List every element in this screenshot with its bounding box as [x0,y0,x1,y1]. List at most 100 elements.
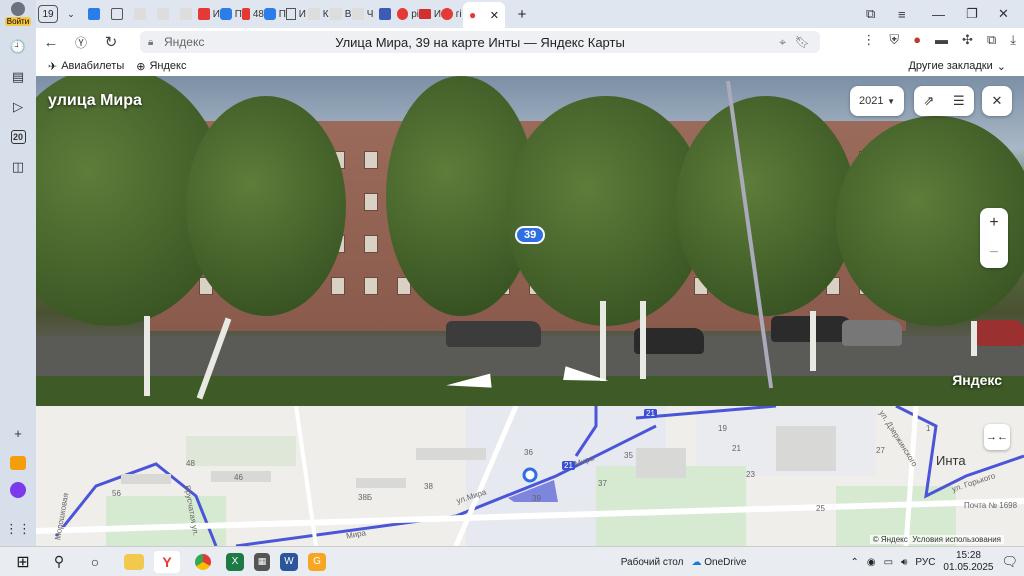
search-icon[interactable]: ⚲ [46,551,72,573]
protect-icon[interactable]: ⛨ [889,32,899,48]
app-orange-icon[interactable]: G [308,552,326,571]
tree [676,96,856,316]
house-number: 39 [532,494,541,503]
bookmark-icon[interactable]: 🔖︎ [795,35,810,49]
map[interactable]: 48 46 56 38Б 38 36 35 37 39 19 21 23 25 … [36,406,1024,546]
downloads-menu-icon[interactable]: ≡ [898,0,906,28]
tray-app-icon[interactable]: ◉ [867,557,876,568]
onedrive-label[interactable]: ☁ OneDrive [691,557,746,568]
tray-chevron-icon[interactable]: ⌃ [851,557,859,568]
history-icon[interactable]: 🕘 [7,36,29,58]
image-icon [308,8,320,20]
car [842,320,902,346]
house-number: 38Б [358,493,373,502]
extensions-icon[interactable]: ✣ [962,32,973,48]
mail-icon[interactable] [10,456,26,470]
volume-icon[interactable]: 🔊︎ [901,557,907,568]
other-bookmarks[interactable]: Другие закладки ⌄ [908,60,1006,73]
yandex-button[interactable]: Ⓨ [66,34,96,51]
post-office-poi[interactable]: Почта № 1698 [964,501,1017,510]
building-block [776,426,836,471]
route-badge: 21 [644,409,657,418]
street-name: улица Мира [48,92,142,109]
map-canvas [36,406,1024,546]
url-field[interactable]: 🔒︎ Яндекс Улица Мира, 39 на карте Инты —… [140,31,820,53]
back-button[interactable]: ← [36,34,66,51]
tab-active-maps[interactable]: ● ✕ [463,2,505,28]
start-button[interactable]: ⊞ [10,551,36,573]
tab-17[interactable]: гі [441,3,463,25]
tab-10[interactable]: И [286,3,308,25]
taskbar: ⊞ ⚲ ○ Y X ▦ W G Рабочий стол ☁ OneDrive … [0,546,1024,576]
tab-3[interactable] [129,3,151,25]
close-window-button[interactable]: ✕ [998,0,1009,28]
extension-2-icon[interactable]: ▬ [935,32,948,48]
zoom-out-button[interactable]: − [989,244,998,262]
language-indicator[interactable]: РУС [915,557,935,568]
alice-icon[interactable] [10,482,26,498]
tab-4[interactable] [152,3,174,25]
tab-count[interactable]: 19 [38,5,58,23]
calculator-icon[interactable]: ▦ [254,552,270,571]
downloads-icon[interactable]: ⤓ [1010,32,1016,48]
tab-list-chevron-icon[interactable]: ⌄ [60,3,82,25]
image-icon [157,8,169,20]
notifications-icon[interactable]: 🗨︎ [1001,554,1018,570]
chrome-icon[interactable] [190,551,216,573]
desktop-label[interactable]: Рабочий стол [621,557,684,568]
house-number-pin[interactable]: 39 [515,226,546,244]
close-tab-icon[interactable]: ✕ [490,9,499,22]
more-icon[interactable]: ⋮ [862,32,875,48]
play-icon[interactable]: ▷ [7,96,29,118]
open-external-icon[interactable]: ⇗ [923,93,934,109]
tab-12[interactable]: В [330,3,352,25]
tab-15[interactable]: рі [397,3,419,25]
maximize-button[interactable]: ❐ [966,0,978,28]
tab-14[interactable] [374,3,396,25]
login-button[interactable]: Войти [3,2,33,28]
tab-1[interactable] [83,3,105,25]
document-icon [111,8,123,20]
tab-manager-icon[interactable]: ⧉ [866,0,875,28]
tab-13[interactable]: Ч [352,3,374,25]
building-block [121,474,171,484]
tab-5[interactable] [175,3,197,25]
clock[interactable]: 15:28 01.05.2025 [943,550,993,574]
tab-6[interactable]: И [198,3,220,25]
bookmark-yandex[interactable]: ⊕ Яндекс [136,60,186,73]
building-window [331,277,345,295]
bookmark-flights[interactable]: ✈ Авиабилеты [48,60,124,73]
tab-2[interactable] [106,3,128,25]
reader-icon[interactable]: ⧉ [987,32,996,48]
word-icon[interactable]: W [280,552,298,571]
yandex-browser-icon[interactable]: Y [154,550,180,573]
house-number: 48 [186,459,195,468]
zoom-in-button[interactable]: + [989,214,998,232]
expand-map-icon[interactable]: →← [984,424,1010,450]
file-explorer-icon[interactable] [124,553,144,570]
tab-16[interactable]: И [419,3,441,25]
location-icon[interactable]: ⌖ [779,35,786,50]
tab-11[interactable]: К [308,3,330,25]
close-panorama-button[interactable]: ✕ [982,86,1012,116]
tab-8[interactable]: 48 [242,3,264,25]
menu-icon[interactable]: ☰ [953,93,965,109]
task-view-icon[interactable]: ○ [82,551,108,573]
excel-icon[interactable]: X [226,552,244,571]
tree-trunk [600,301,606,381]
network-icon[interactable]: ▭ [884,557,893,568]
add-icon[interactable]: + [7,422,29,444]
street-panorama[interactable]: улица Мира 39 2021 ▼ ⇗ ☰ ✕ + − Яндекс [36,76,1024,406]
calendar-icon[interactable]: 20 [7,126,29,148]
tab-9[interactable]: П [264,3,286,25]
tab-7[interactable]: П [220,3,242,25]
minimize-button[interactable]: — [932,0,945,28]
extension-1-icon[interactable]: ● [913,32,921,48]
collections-icon[interactable]: ▤ [7,66,29,88]
reload-button[interactable]: ↻ [96,33,126,51]
screenshot-icon[interactable]: ◫ [7,156,29,178]
year-selector[interactable]: 2021 ▼ [850,86,904,116]
terms-link[interactable]: Условия использования [912,535,1001,544]
apps-grid-icon[interactable]: ⋮⋮ [5,518,31,540]
new-tab-button[interactable]: + [511,3,533,25]
